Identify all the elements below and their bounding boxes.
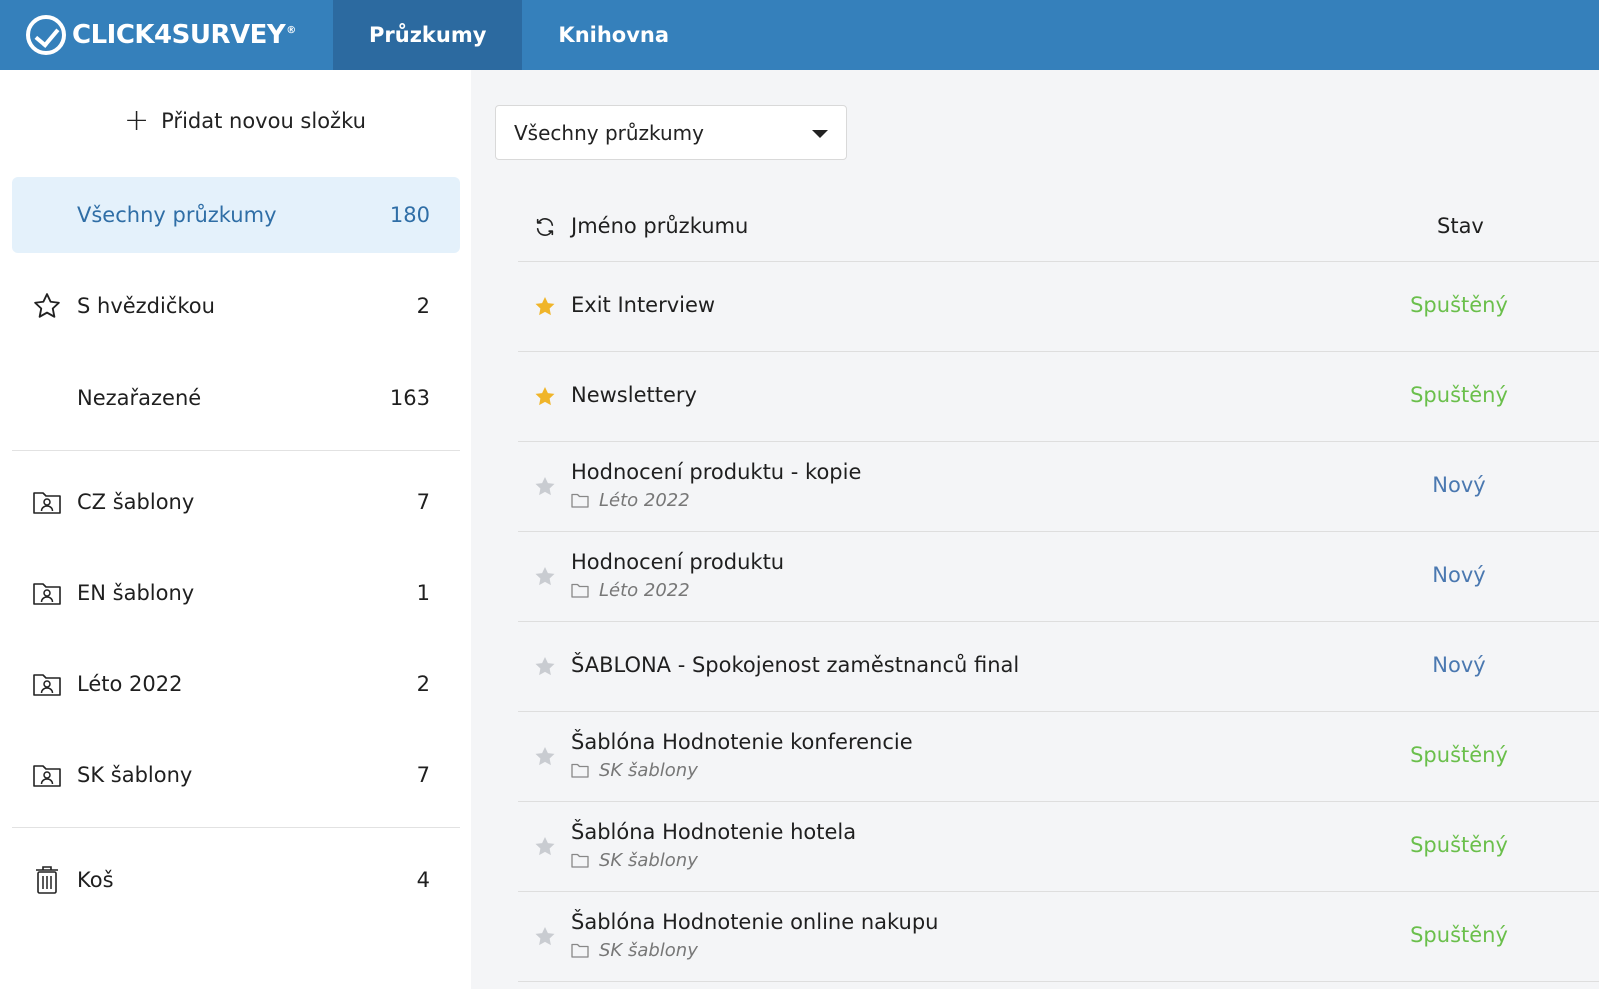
sidebar: + Přidat novou složku Všechny průzkumy 1… <box>0 70 471 989</box>
folder-icon <box>571 853 589 868</box>
survey-folder-label: SK šablony <box>599 940 698 961</box>
surveys-table: Jméno průzkumu Stav Exit Interview Spušt… <box>518 192 1599 982</box>
survey-folder-label: SK šablony <box>599 760 698 781</box>
logo-text: CLICK4SURVEY® <box>72 20 296 50</box>
sidebar-item-cz-sablony[interactable]: CZ šablony 7 <box>12 464 460 540</box>
survey-name[interactable]: ŠABLONA - Spokojenost zaměstnanců final <box>571 653 1019 677</box>
status-badge: Nový <box>1432 473 1486 497</box>
star-filled-icon[interactable] <box>533 385 557 409</box>
sidebar-item-trash[interactable]: Koš 4 <box>12 842 460 918</box>
status-badge: Spuštěný <box>1410 383 1508 407</box>
folder-icon <box>571 493 589 508</box>
sidebar-item-leto-2022[interactable]: Léto 2022 2 <box>12 646 460 722</box>
table-row[interactable]: Šablóna Hodnotenie online nakupu SK šabl… <box>518 892 1599 982</box>
star-icon[interactable] <box>533 835 557 859</box>
survey-folder: Léto 2022 <box>571 490 690 511</box>
table-row[interactable]: Exit Interview Spuštěný <box>518 262 1599 352</box>
trash-icon <box>32 865 62 895</box>
shared-folder-icon <box>32 487 62 517</box>
sidebar-item-label: CZ šablony <box>77 490 195 514</box>
sidebar-item-count: 2 <box>416 294 430 318</box>
filter-value: Všechny průzkumy <box>514 120 704 145</box>
sidebar-item-label: Nezařazené <box>77 386 202 410</box>
star-icon[interactable] <box>533 925 557 949</box>
survey-folder: SK šablony <box>571 760 698 781</box>
survey-filter-select[interactable]: Všechny průzkumy <box>495 105 847 160</box>
column-header-status[interactable]: Stav <box>1437 214 1484 238</box>
sidebar-item-count: 7 <box>416 763 430 787</box>
table-row[interactable]: Šablóna Hodnotenie konferencie SK šablon… <box>518 712 1599 802</box>
star-outline-icon <box>32 291 62 321</box>
sidebar-item-sk-sablony[interactable]: SK šablony 7 <box>12 737 460 813</box>
survey-name[interactable]: Hodnocení produktu <box>571 550 784 574</box>
folder-icon <box>571 943 589 958</box>
logo[interactable]: CLICK4SURVEY® <box>0 0 333 70</box>
sidebar-item-label: Koš <box>77 868 114 892</box>
logo-check-icon <box>26 15 66 55</box>
star-icon[interactable] <box>533 655 557 679</box>
star-icon[interactable] <box>533 565 557 589</box>
survey-folder: SK šablony <box>571 850 698 871</box>
table-row[interactable]: Hodnocení produktu - kopie Léto 2022 Nov… <box>518 442 1599 532</box>
status-badge: Spuštěný <box>1410 923 1508 947</box>
sidebar-item-count: 4 <box>416 868 430 892</box>
status-badge: Spuštěný <box>1410 743 1508 767</box>
shared-folder-icon <box>32 669 62 699</box>
main-content: Všechny průzkumy Jméno průzkumu Stav Exi… <box>471 70 1599 989</box>
sidebar-item-count: 7 <box>416 490 430 514</box>
folder-icon <box>571 583 589 598</box>
survey-folder: Léto 2022 <box>571 580 690 601</box>
status-badge: Spuštěný <box>1410 293 1508 317</box>
column-header-name[interactable]: Jméno průzkumu <box>571 214 748 238</box>
survey-name[interactable]: Exit Interview <box>571 293 715 317</box>
sidebar-item-label: S hvězdičkou <box>77 294 215 318</box>
sidebar-item-count: 180 <box>389 203 430 227</box>
status-badge: Nový <box>1432 653 1486 677</box>
top-header: CLICK4SURVEY® Průzkumy Knihovna <box>0 0 1599 70</box>
shared-folder-icon <box>32 760 62 790</box>
table-row[interactable]: Šablóna Hodnotenie hotela SK šablony Spu… <box>518 802 1599 892</box>
caret-down-icon <box>812 130 828 138</box>
sidebar-item-starred[interactable]: S hvězdičkou 2 <box>12 268 460 344</box>
survey-folder: SK šablony <box>571 940 698 961</box>
table-header: Jméno průzkumu Stav <box>518 192 1599 262</box>
survey-name[interactable]: Šablóna Hodnotenie online nakupu <box>571 910 938 934</box>
refresh-icon[interactable] <box>534 216 556 238</box>
shared-folder-icon <box>32 578 62 608</box>
sidebar-item-label: Léto 2022 <box>77 672 183 696</box>
sidebar-item-count: 163 <box>389 386 430 410</box>
survey-folder-label: Léto 2022 <box>599 580 690 601</box>
table-row[interactable]: ŠABLONA - Spokojenost zaměstnanců final … <box>518 622 1599 712</box>
tab-pruzkumy[interactable]: Průzkumy <box>333 0 523 70</box>
sidebar-item-uncategorized[interactable]: Nezařazené 163 <box>12 360 460 436</box>
survey-folder-label: SK šablony <box>599 850 698 871</box>
survey-name[interactable]: Hodnocení produktu - kopie <box>571 460 861 484</box>
survey-name[interactable]: Šablóna Hodnotenie konferencie <box>571 730 913 754</box>
sidebar-item-label: SK šablony <box>77 763 193 787</box>
sidebar-item-label: EN šablony <box>77 581 195 605</box>
sidebar-item-all[interactable]: Všechny průzkumy 180 <box>12 177 460 253</box>
status-badge: Spuštěný <box>1410 833 1508 857</box>
add-folder-button[interactable]: + Přidat novou složku <box>124 106 366 136</box>
tab-knihovna[interactable]: Knihovna <box>522 0 705 70</box>
sidebar-item-label: Všechny průzkumy <box>77 203 277 227</box>
sidebar-item-count: 2 <box>416 672 430 696</box>
sidebar-item-count: 1 <box>416 581 430 605</box>
survey-name[interactable]: Newslettery <box>571 383 697 407</box>
sidebar-item-en-sablony[interactable]: EN šablony 1 <box>12 555 460 631</box>
star-icon[interactable] <box>533 745 557 769</box>
survey-name[interactable]: Šablóna Hodnotenie hotela <box>571 820 856 844</box>
status-badge: Nový <box>1432 563 1486 587</box>
plus-icon: + <box>124 103 150 138</box>
survey-folder-label: Léto 2022 <box>599 490 690 511</box>
star-filled-icon[interactable] <box>533 295 557 319</box>
star-icon[interactable] <box>533 475 557 499</box>
table-row[interactable]: Newslettery Spuštěný <box>518 352 1599 442</box>
folder-icon <box>571 763 589 778</box>
sidebar-divider <box>12 450 460 451</box>
sidebar-divider <box>12 827 460 828</box>
table-row[interactable]: Hodnocení produktu Léto 2022 Nový <box>518 532 1599 622</box>
add-folder-label: Přidat novou složku <box>161 109 366 133</box>
